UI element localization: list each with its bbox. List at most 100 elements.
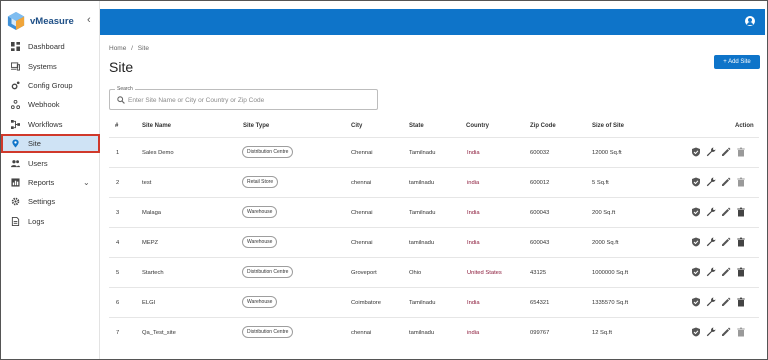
cell-num: 6 (116, 300, 120, 306)
logs-icon (10, 216, 20, 226)
edit-pencil-icon[interactable] (721, 267, 731, 277)
account-icon[interactable] (745, 16, 755, 26)
shield-check-icon[interactable] (691, 297, 701, 307)
cell-state: Ohio (409, 270, 422, 276)
header-num: # (115, 123, 119, 129)
shield-check-icon[interactable] (691, 147, 701, 157)
edit-pencil-icon[interactable] (721, 327, 731, 337)
table-row: 6 ELGI Warehouse Coimbatore Tamilnadu In… (109, 287, 759, 317)
search-input[interactable] (128, 94, 368, 106)
header-state: State (409, 123, 424, 129)
sidebar-item-users[interactable]: Users (1, 153, 100, 172)
cell-country: India (467, 210, 480, 216)
workflows-icon (10, 119, 20, 129)
sidebar-item-settings[interactable]: Settings (1, 192, 100, 211)
edit-pencil-icon[interactable] (721, 207, 731, 217)
sidebar-item-reports[interactable]: Reports ⌄ (1, 173, 100, 192)
cell-size: 2000 Sq.ft (592, 240, 619, 246)
cell-size: 1000000 Sq.ft (592, 270, 629, 276)
sidebar-item-workflows[interactable]: Workflows (1, 115, 100, 134)
row-actions (691, 267, 751, 279)
sidebar-item-site[interactable]: Site (1, 133, 100, 154)
cell-zip: 654321 (530, 300, 550, 306)
shield-check-icon[interactable] (691, 207, 701, 217)
breadcrumb-separator: / (131, 45, 133, 52)
delete-trash-icon[interactable] (736, 297, 746, 307)
webhook-icon (10, 100, 20, 110)
cell-country: India (467, 240, 480, 246)
cell-country: India (467, 150, 480, 156)
delete-trash-icon[interactable] (736, 207, 746, 217)
sidebar-item-label: Config Group (28, 80, 73, 90)
shield-check-icon[interactable] (691, 237, 701, 247)
delete-trash-icon[interactable] (736, 177, 746, 187)
sidebar-item-dashboard[interactable]: Dashboard (1, 37, 100, 56)
sidebar-item-systems[interactable]: Systems (1, 56, 100, 75)
chevron-down-icon[interactable]: ⌄ (83, 178, 90, 187)
cell-size: 1335570 Sq.ft (592, 300, 629, 306)
header-size: Size of Site (592, 123, 625, 129)
sidebar-item-webhook[interactable]: Webhook (1, 95, 100, 114)
cell-zip: 600043 (530, 210, 550, 216)
row-actions (691, 147, 751, 159)
header-city: City (351, 123, 363, 129)
sidebar-item-label: Users (28, 158, 48, 168)
row-actions (691, 237, 751, 249)
wrench-icon[interactable] (706, 147, 716, 157)
cell-state: tamilnadu (409, 330, 435, 336)
sidebar-item-label: Workflows (28, 119, 63, 129)
wrench-icon[interactable] (706, 327, 716, 337)
delete-trash-icon[interactable] (736, 237, 746, 247)
site-type-badge: Distribution Centre (242, 326, 294, 338)
cell-city: Coimbatore (351, 300, 381, 306)
sidebar-item-config-group[interactable]: Config Group (1, 76, 100, 95)
cell-state: Tamilnadu (409, 210, 436, 216)
wrench-icon[interactable] (706, 267, 716, 277)
site-type-badge: Warehouse (242, 236, 278, 248)
collapse-sidebar-icon[interactable]: ‹ (87, 14, 91, 26)
brand: vMeasure ‹ (7, 9, 99, 33)
cell-country: India (467, 300, 480, 306)
cell-size: 5 Sq.ft (592, 180, 609, 186)
app-name: vMeasure (30, 15, 74, 27)
sidebar-item-label: Reports (28, 177, 55, 187)
cell-country: india (467, 180, 480, 186)
edit-pencil-icon[interactable] (721, 147, 731, 157)
wrench-icon[interactable] (706, 297, 716, 307)
cell-country: United States (467, 270, 502, 276)
cell-zip: 600012 (530, 180, 550, 186)
delete-trash-icon[interactable] (736, 327, 746, 337)
cell-state: Tamilnadu (409, 300, 436, 306)
cell-site-name: MEPZ (142, 240, 159, 246)
wrench-icon[interactable] (706, 207, 716, 217)
table-row: 7 Qa_Test_site Distribution Centre chenn… (109, 317, 759, 347)
delete-trash-icon[interactable] (736, 147, 746, 157)
shield-check-icon[interactable] (691, 177, 701, 187)
shield-check-icon[interactable] (691, 327, 701, 337)
cell-num: 7 (116, 330, 120, 336)
edit-pencil-icon[interactable] (721, 177, 731, 187)
row-actions (691, 207, 751, 219)
edit-pencil-icon[interactable] (721, 297, 731, 307)
shield-check-icon[interactable] (691, 267, 701, 277)
edit-pencil-icon[interactable] (721, 237, 731, 247)
dashboard-icon (10, 42, 20, 52)
header-site-type: Site Type (243, 123, 270, 129)
cell-state: tamilnadu (409, 180, 435, 186)
row-actions (691, 327, 751, 339)
wrench-icon[interactable] (706, 177, 716, 187)
cell-state: tamilnadu (409, 240, 435, 246)
cell-num: 2 (116, 180, 120, 186)
delete-trash-icon[interactable] (736, 267, 746, 277)
sidebar-item-label: Logs (28, 216, 45, 226)
reports-icon (10, 177, 20, 187)
sidebar-item-label: Webhook (28, 100, 60, 110)
wrench-icon[interactable] (706, 237, 716, 247)
cell-site-name: Sales Demo (142, 150, 174, 156)
row-actions (691, 177, 751, 189)
breadcrumb-home[interactable]: Home (109, 45, 126, 52)
sidebar-item-logs[interactable]: Logs (1, 212, 100, 231)
table-row: 4 MEPZ Warehouse Chennai tamilnadu India… (109, 227, 759, 257)
add-site-button[interactable]: + Add Site (714, 55, 760, 69)
search-field: Search (109, 86, 378, 110)
